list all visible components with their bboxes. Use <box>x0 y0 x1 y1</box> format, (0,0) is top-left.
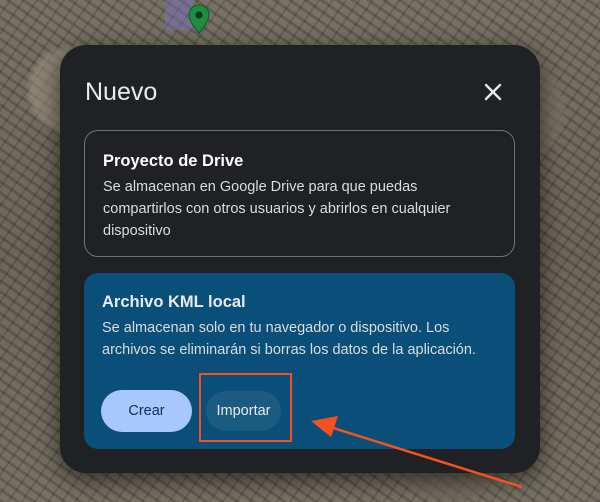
drive-option-title: Proyecto de Drive <box>103 152 244 170</box>
new-project-dialog: Nuevo Proyecto de Drive Se almacenan en … <box>60 45 540 473</box>
local-kml-option[interactable]: Archivo KML local Se almacenan solo en t… <box>84 273 515 449</box>
annotation-highlight-box <box>199 373 292 442</box>
create-button[interactable]: Crear <box>101 390 192 432</box>
dialog-title: Nuevo <box>85 78 158 106</box>
local-option-description: Se almacenan solo en tu navegador o disp… <box>102 320 476 358</box>
map-pin-icon[interactable] <box>188 4 210 34</box>
close-icon[interactable] <box>480 79 506 105</box>
local-option-title: Archivo KML local <box>102 293 246 311</box>
drive-option-description: Se almacenan en Google Drive para que pu… <box>103 179 451 239</box>
drive-project-option[interactable]: Proyecto de Drive Se almacenan en Google… <box>84 130 515 257</box>
